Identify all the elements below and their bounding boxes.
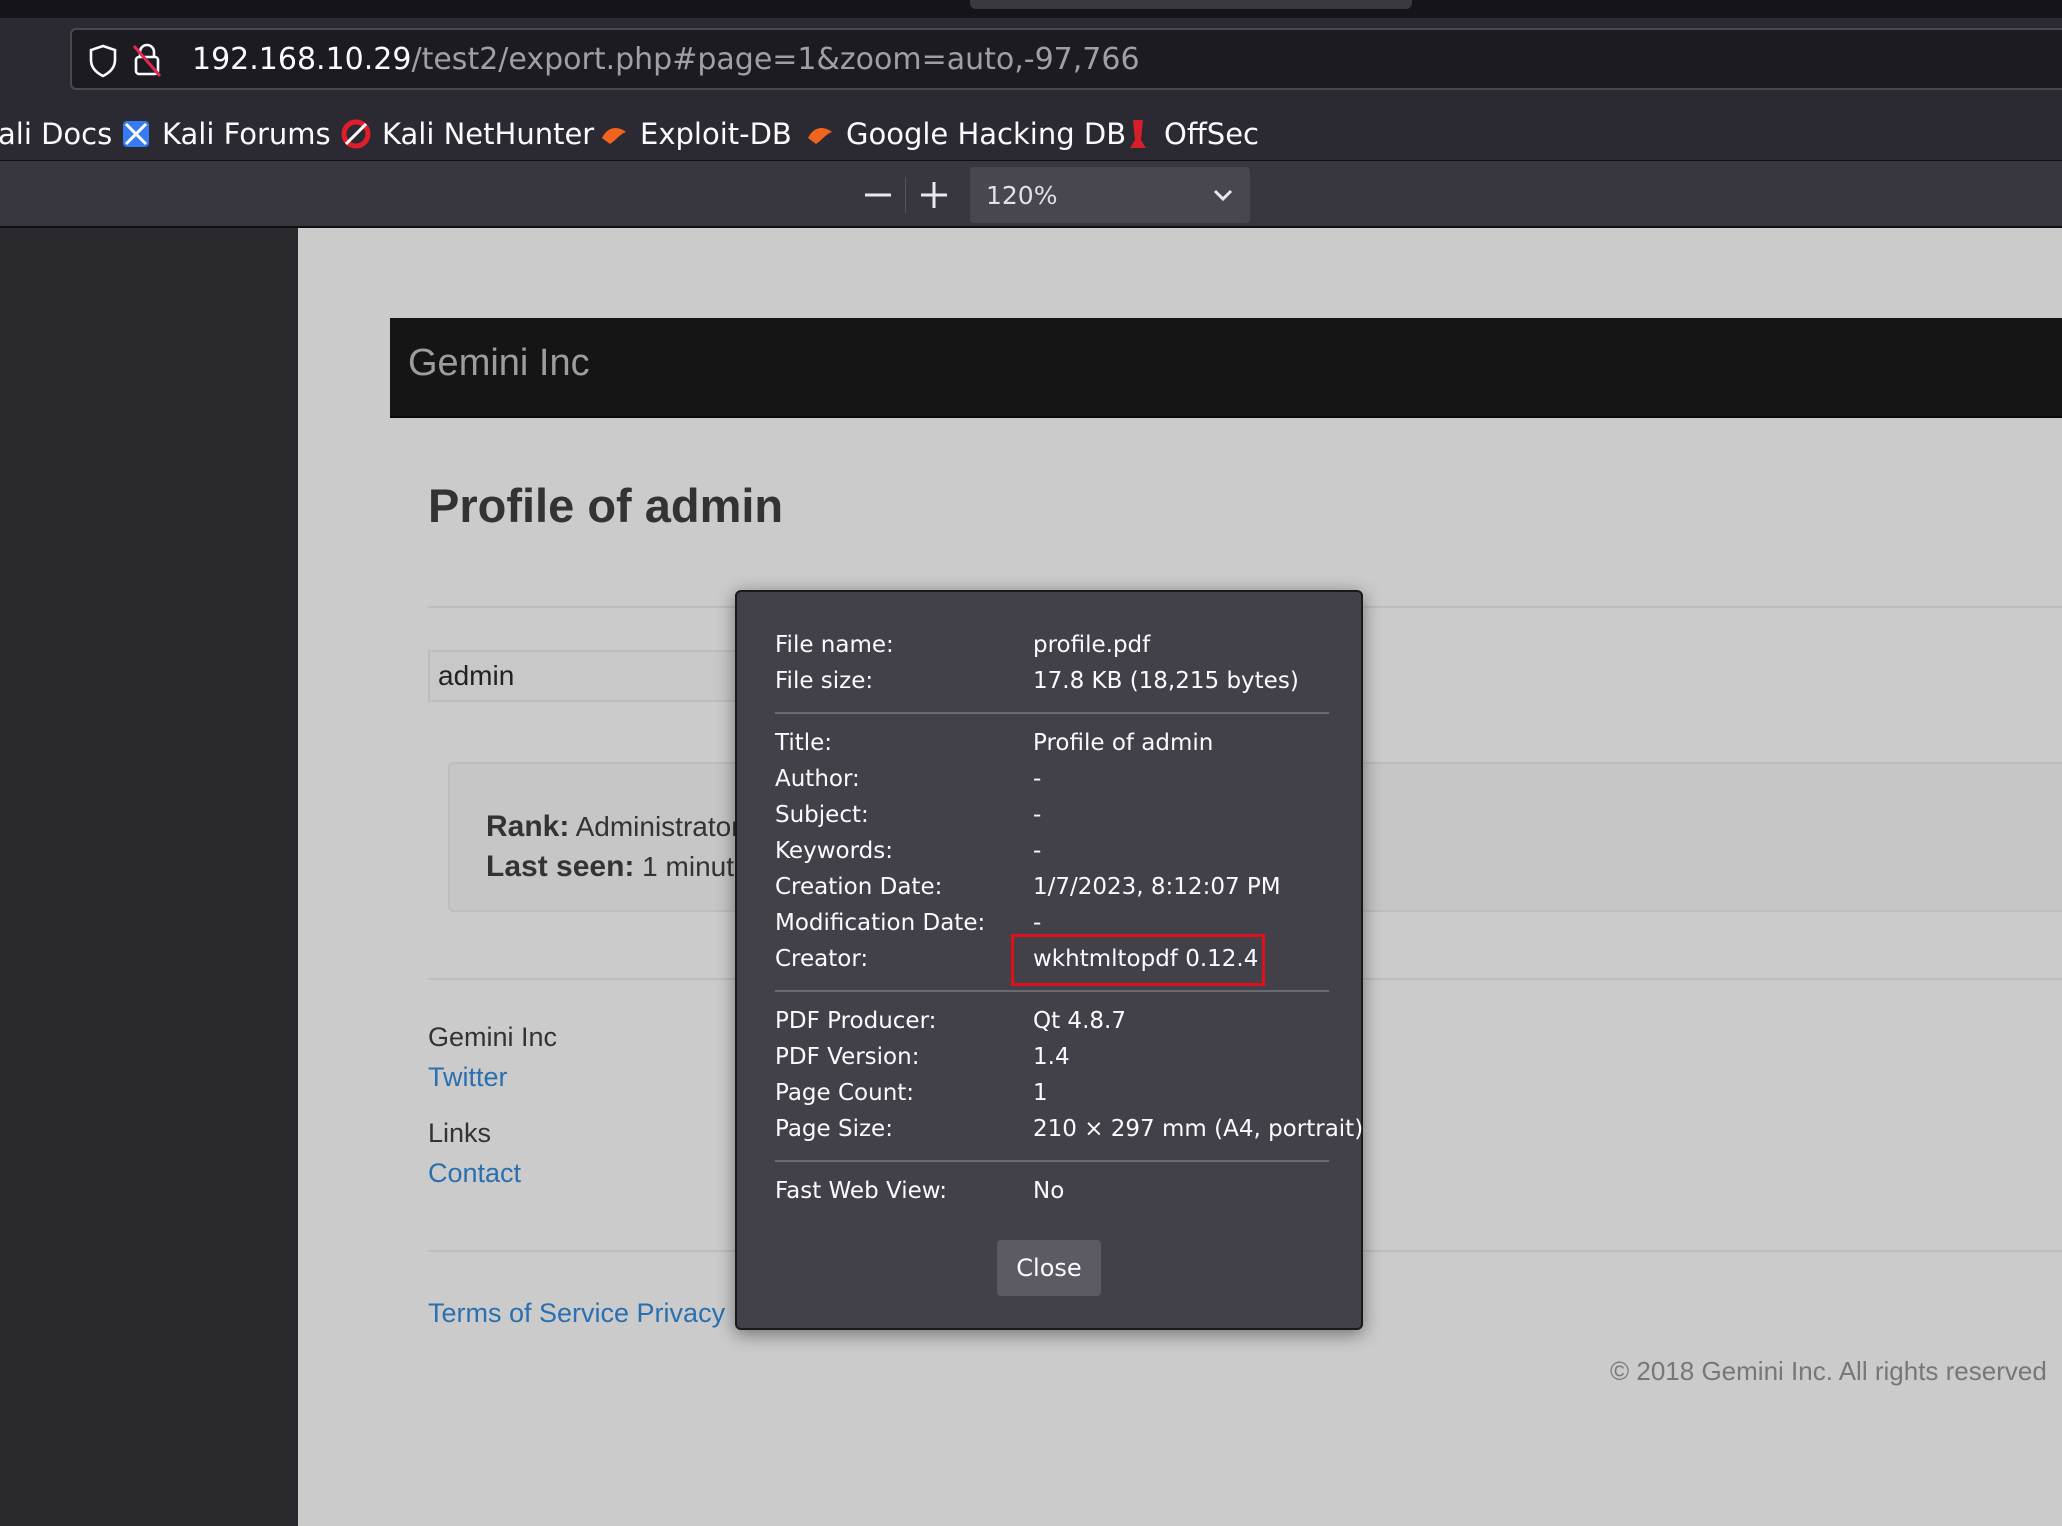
dialog-separator xyxy=(775,1160,1329,1162)
prop-value: 1/7/2023, 8:12:07 PM xyxy=(1033,874,1281,900)
prop-value: - xyxy=(1033,838,1042,864)
url-host: 192.168.10.29 xyxy=(192,42,412,77)
bookmark-label: Exploit-DB xyxy=(640,117,792,151)
address-bar[interactable]: 192.168.10.29/test2/export.php#page=1&zo… xyxy=(70,28,2062,90)
prop-value: - xyxy=(1033,802,1042,828)
bookmark-label: OffSec xyxy=(1164,117,1260,151)
last-seen-line: Last seen: 1 minute xyxy=(486,850,750,884)
tab-indicator xyxy=(970,0,1412,9)
insecure-lock-icon[interactable] xyxy=(132,42,162,78)
prop-row-pdf-producer: PDF Producer: Qt 4.8.7 xyxy=(775,1008,1335,1042)
name-field[interactable]: admin xyxy=(428,650,748,702)
bookmarks-toolbar: ali Docs Kali Forums Kali NetHunter Expl… xyxy=(0,106,2062,160)
footer-links-heading: Links xyxy=(428,1118,492,1148)
prop-value: Profile of admin xyxy=(1033,730,1214,756)
prop-row-author: Author: - xyxy=(775,766,1335,800)
footer-company: Gemini Inc xyxy=(428,1022,558,1052)
prop-label: Subject: xyxy=(775,802,869,828)
prop-label: Page Count: xyxy=(775,1080,915,1106)
rank-value: Administrator xyxy=(575,811,741,842)
toolbar-divider xyxy=(905,177,906,213)
pdf-toolbar: 120% xyxy=(0,160,2062,228)
brand-name[interactable]: Gemini Inc xyxy=(408,342,590,385)
copyright-text: © 2018 Gemini Inc. All rights reserved xyxy=(1610,1356,2047,1386)
prop-value: Qt 4.8.7 xyxy=(1033,1008,1126,1034)
offsec-icon xyxy=(1130,120,1146,148)
prop-value: 1 xyxy=(1033,1080,1048,1106)
prop-label: PDF Version: xyxy=(775,1044,920,1070)
prop-row-page-count: Page Count: 1 xyxy=(775,1080,1335,1114)
bookmark-offsec[interactable]: OffSec xyxy=(1122,114,1259,154)
prop-row-subject: Subject: - xyxy=(775,802,1335,836)
twitter-link[interactable]: Twitter xyxy=(428,1062,508,1093)
prop-row-file-size: File size: 17.8 KB (18,215 bytes) xyxy=(775,668,1335,702)
document-properties-dialog: File name: profile.pdf File size: 17.8 K… xyxy=(735,590,1363,1330)
prop-row-page-size: Page Size: 210 × 297 mm (A4, portrait) xyxy=(775,1116,1363,1150)
prop-label: Modification Date: xyxy=(775,910,986,936)
last-seen-label: Last seen: xyxy=(486,850,635,883)
window-top-strip xyxy=(0,0,2062,18)
dialog-separator xyxy=(775,990,1329,992)
prop-label: Page Size: xyxy=(775,1116,893,1142)
last-seen-value: 1 minute xyxy=(642,851,750,882)
bookmark-label: Google Hacking DB xyxy=(846,117,1127,151)
bookmark-label: ali Docs xyxy=(0,117,113,151)
prop-label: File name: xyxy=(775,632,894,658)
dialog-separator xyxy=(775,712,1329,714)
bookmark-label: Kali Forums xyxy=(162,117,331,151)
creator-highlight-box xyxy=(1011,934,1265,986)
prop-value: - xyxy=(1033,766,1042,792)
bookmark-exploit-db[interactable]: Exploit-DB xyxy=(598,114,792,154)
bookmark-label: Kali NetHunter xyxy=(382,117,595,151)
rank-label: Rank: xyxy=(486,810,570,843)
terms-privacy-links[interactable]: Terms of Service Privacy xyxy=(428,1298,725,1329)
prop-row-title: Title: Profile of admin xyxy=(775,730,1335,764)
google-hacking-db-icon xyxy=(808,128,832,144)
url-text[interactable]: 192.168.10.29/test2/export.php#page=1&zo… xyxy=(192,42,1140,77)
prop-value: No xyxy=(1033,1178,1065,1204)
prop-label: Title: xyxy=(775,730,833,756)
prop-row-fast-web-view: Fast Web View: No xyxy=(775,1178,1335,1212)
zoom-out-icon[interactable] xyxy=(858,177,898,213)
prop-row-pdf-version: PDF Version: 1.4 xyxy=(775,1044,1335,1078)
bookmark-kali-docs[interactable]: ali Docs xyxy=(0,114,112,154)
prop-label: Fast Web View: xyxy=(775,1178,948,1204)
prop-row-keywords: Keywords: - xyxy=(775,838,1335,872)
prop-label: Author: xyxy=(775,766,860,792)
prop-value: - xyxy=(1033,910,1042,936)
zoom-in-icon[interactable] xyxy=(914,175,954,215)
url-path: /test2/export.php#page=1&zoom=auto,-97,7… xyxy=(411,42,1140,77)
viewer-side-area xyxy=(0,228,298,1526)
bookmark-kali-forums[interactable]: Kali Forums xyxy=(120,114,331,154)
zoom-select[interactable]: 120% xyxy=(970,167,1250,223)
kali-forums-icon xyxy=(123,121,149,147)
prop-label: PDF Producer: xyxy=(775,1008,937,1034)
prop-label: Keywords: xyxy=(775,838,893,864)
exploit-db-icon xyxy=(602,128,626,144)
bookmark-kali-nethunter[interactable]: Kali NetHunter xyxy=(340,114,594,154)
page-title: Profile of admin xyxy=(428,479,784,532)
chevron-down-icon xyxy=(1213,189,1233,202)
name-field-value: admin xyxy=(438,660,515,691)
prop-value: 17.8 KB (18,215 bytes) xyxy=(1033,668,1299,694)
contact-link[interactable]: Contact xyxy=(428,1158,521,1189)
close-button[interactable]: Close xyxy=(997,1240,1101,1296)
site-navbar: Gemini Inc xyxy=(390,318,2062,418)
prop-value: 1.4 xyxy=(1033,1044,1070,1070)
prop-row-creation-date: Creation Date: 1/7/2023, 8:12:07 PM xyxy=(775,874,1335,908)
prop-value: profile.pdf xyxy=(1033,632,1151,658)
prop-label: File size: xyxy=(775,668,874,694)
prop-row-file-name: File name: profile.pdf xyxy=(775,632,1335,666)
prop-label: Creation Date: xyxy=(775,874,943,900)
rank-line: Rank: Administrator xyxy=(486,810,741,844)
prop-value: 210 × 297 mm (A4, portrait) xyxy=(1033,1116,1364,1142)
bookmark-google-hacking-db[interactable]: Google Hacking DB xyxy=(804,114,1126,154)
shield-icon[interactable] xyxy=(88,44,118,78)
zoom-value: 120% xyxy=(986,181,1058,210)
prop-label: Creator: xyxy=(775,946,869,972)
kali-nethunter-icon xyxy=(341,119,371,149)
